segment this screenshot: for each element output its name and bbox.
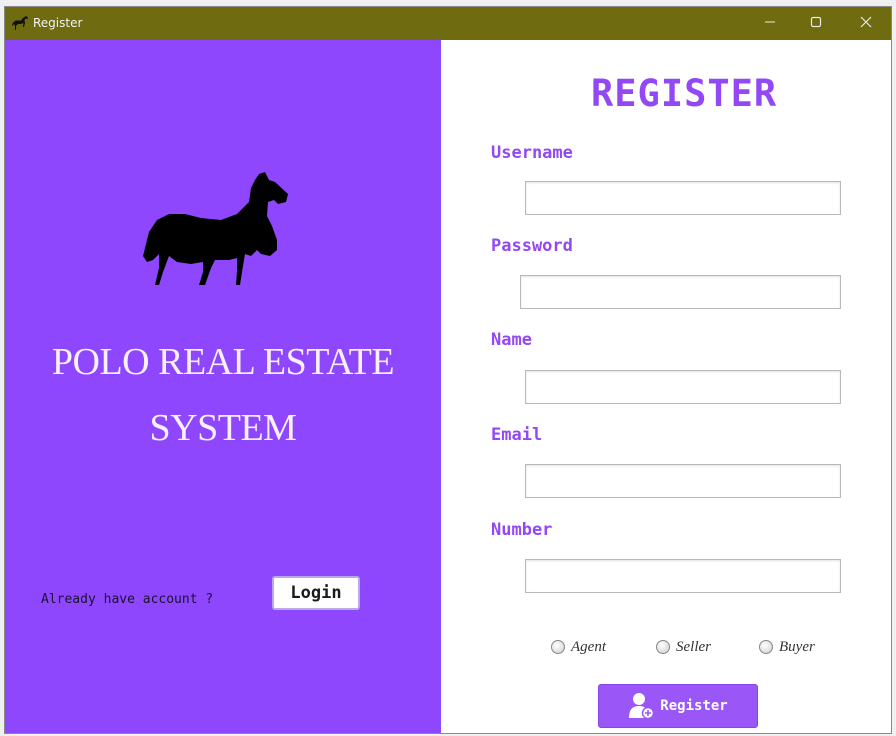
role-seller-radio[interactable]: Seller xyxy=(656,636,711,658)
horse-icon xyxy=(12,16,28,30)
register-form: REGISTER Username Password Name Email Nu… xyxy=(441,40,891,733)
radio-circle[interactable] xyxy=(759,640,773,654)
email-field[interactable] xyxy=(525,464,841,498)
page-title: REGISTER xyxy=(591,72,778,115)
brand-title-line-1: POLO REAL ESTATE xyxy=(51,341,395,383)
window-title: Register xyxy=(33,16,83,30)
role-radio-group: Agent Seller Buyer xyxy=(551,636,851,658)
brand-title-line-2: SYSTEM xyxy=(149,407,297,449)
branding-panel: POLO REAL ESTATE SYSTEM Already have acc… xyxy=(5,40,441,733)
email-label: Email xyxy=(491,425,543,445)
password-label: Password xyxy=(491,236,573,256)
horse-icon xyxy=(143,172,288,285)
radio-circle[interactable] xyxy=(656,640,670,654)
username-field[interactable] xyxy=(525,181,841,215)
number-label: Number xyxy=(491,520,553,540)
role-agent-label: Agent xyxy=(571,638,606,655)
role-seller-label: Seller xyxy=(676,638,711,655)
register-button[interactable]: Register xyxy=(598,684,758,728)
register-button-label: Register xyxy=(660,698,728,714)
minimize-button[interactable] xyxy=(747,7,793,40)
close-icon xyxy=(860,16,872,28)
role-agent-radio[interactable]: Agent xyxy=(551,636,606,658)
name-label: Name xyxy=(491,330,532,350)
name-field[interactable] xyxy=(525,370,841,404)
login-button[interactable]: Login xyxy=(272,576,360,610)
maximize-button[interactable] xyxy=(793,7,839,40)
radio-circle[interactable] xyxy=(551,640,565,654)
role-buyer-label: Buyer xyxy=(779,638,815,655)
password-field[interactable] xyxy=(520,275,841,309)
username-label: Username xyxy=(491,143,573,163)
maximize-icon xyxy=(810,16,822,28)
user-add-icon xyxy=(629,693,655,720)
close-button[interactable] xyxy=(843,7,889,40)
role-buyer-radio[interactable]: Buyer xyxy=(759,636,815,658)
already-have-account-text: Already have account ? xyxy=(41,592,214,607)
register-window: Register POLO REAL ESTATE SYSTEM Already… xyxy=(4,6,892,734)
number-field[interactable] xyxy=(525,559,841,593)
minimize-icon xyxy=(765,21,775,23)
title-bar[interactable]: Register xyxy=(5,7,891,40)
